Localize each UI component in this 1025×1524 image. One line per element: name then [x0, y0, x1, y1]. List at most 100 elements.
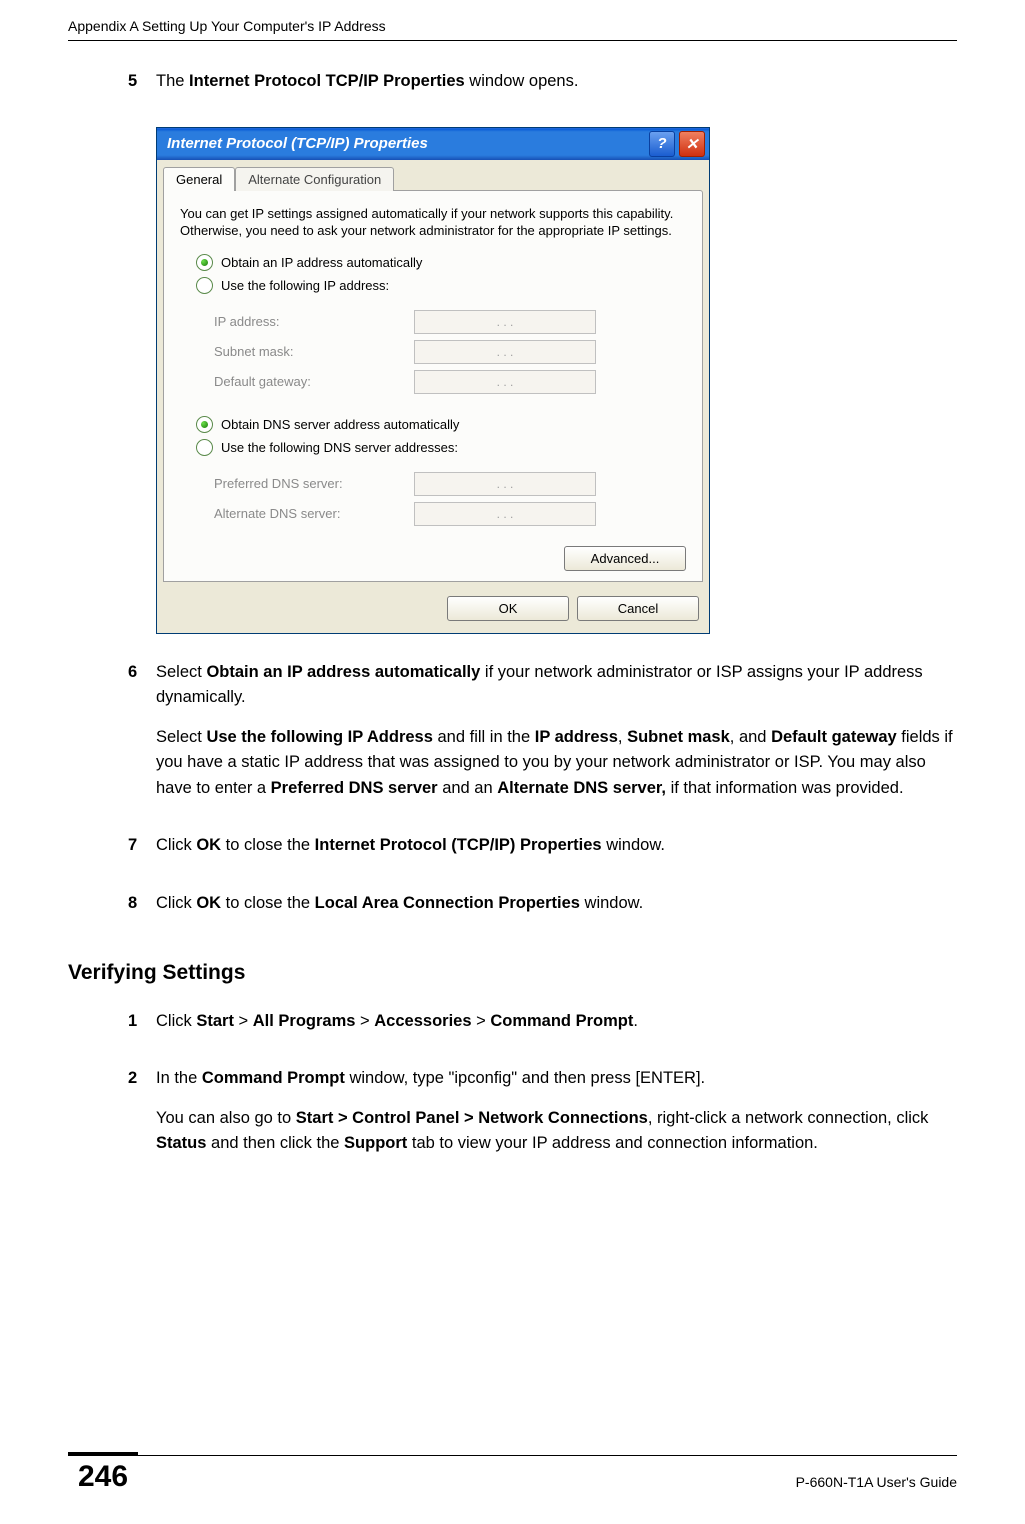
page-footer: 246 P-660N-T1A User's Guide — [68, 1455, 957, 1494]
text: Click — [156, 1012, 196, 1030]
text: Select — [156, 663, 206, 681]
preferred-dns-input[interactable]: . . . — [414, 472, 596, 496]
step-7: 7 Click OK to close the Internet Protoco… — [128, 833, 957, 873]
field-label: Alternate DNS server: — [214, 506, 414, 521]
radio-use-dns-row[interactable]: Use the following DNS server addresses: — [180, 439, 686, 456]
text-bold: Default gateway — [771, 728, 897, 746]
text: > — [234, 1012, 253, 1030]
text: and an — [438, 779, 498, 797]
text: Select — [156, 728, 206, 746]
page-number: 246 — [68, 1452, 138, 1494]
field-alternate-dns: Alternate DNS server: . . . — [214, 502, 686, 526]
step-8: 8 Click OK to close the Local Area Conne… — [128, 891, 957, 931]
tab-panel-general: You can get IP settings assigned automat… — [163, 190, 703, 582]
text-bold: Obtain an IP address automatically — [206, 663, 480, 681]
text-bold: OK — [196, 894, 221, 912]
radio-icon — [196, 277, 213, 294]
ip-address-input[interactable]: . . . — [414, 310, 596, 334]
tcpip-properties-dialog: Internet Protocol (TCP/IP) Properties ? … — [156, 127, 710, 634]
radio-label: Obtain an IP address automatically — [221, 255, 422, 270]
field-label: Preferred DNS server: — [214, 476, 414, 491]
radio-label: Use the following IP address: — [221, 278, 389, 293]
text-bold: OK — [196, 836, 221, 854]
running-header: Appendix A Setting Up Your Computer's IP… — [68, 0, 957, 41]
text-bold: Command Prompt — [490, 1012, 633, 1030]
text-bold: Support — [344, 1134, 407, 1152]
text: if that information was provided. — [666, 779, 904, 797]
text: window. — [580, 894, 643, 912]
field-label: Default gateway: — [214, 374, 414, 389]
radio-label: Use the following DNS server addresses: — [221, 440, 458, 455]
subheading-verifying-settings: Verifying Settings — [68, 961, 957, 985]
text-bold: Command Prompt — [202, 1069, 345, 1087]
field-default-gateway: Default gateway: . . . — [214, 370, 686, 394]
dialog-titlebar: Internet Protocol (TCP/IP) Properties ? … — [157, 128, 709, 160]
step-5: 5 The Internet Protocol TCP/IP Propertie… — [128, 69, 957, 109]
text: , right-click a network connection, clic… — [648, 1109, 929, 1127]
radio-use-ip-row[interactable]: Use the following IP address: — [180, 277, 686, 294]
text: > — [355, 1012, 374, 1030]
text: to close the — [221, 894, 315, 912]
text: window opens. — [465, 72, 579, 90]
text: Click — [156, 894, 196, 912]
text-bold: All Programs — [253, 1012, 356, 1030]
text: and fill in the — [433, 728, 535, 746]
default-gateway-input[interactable]: . . . — [414, 370, 596, 394]
step-7-number: 7 — [128, 833, 156, 873]
radio-obtain-dns-row[interactable]: Obtain DNS server address automatically — [180, 416, 686, 433]
text-bold: Alternate DNS server, — [497, 779, 666, 797]
text: . — [633, 1012, 638, 1030]
text: and then click the — [206, 1134, 344, 1152]
text: In the — [156, 1069, 202, 1087]
verify-step-1: 1 Click Start > All Programs > Accessori… — [128, 1009, 957, 1049]
dialog-title: Internet Protocol (TCP/IP) Properties — [167, 135, 645, 152]
dialog-description: You can get IP settings assigned automat… — [180, 205, 686, 240]
radio-icon — [196, 416, 213, 433]
text-bold: Start > Control Panel > Network Connecti… — [296, 1109, 648, 1127]
text: window, type "ipconfig" and then press [… — [345, 1069, 705, 1087]
text-bold: Use the following IP Address — [206, 728, 432, 746]
cancel-button[interactable]: Cancel — [577, 596, 699, 621]
text: tab to view your IP address and connecti… — [407, 1134, 818, 1152]
advanced-button[interactable]: Advanced... — [564, 546, 686, 571]
text-bold: Start — [196, 1012, 234, 1030]
tab-alternate-configuration[interactable]: Alternate Configuration — [235, 167, 394, 191]
help-button[interactable]: ? — [649, 131, 675, 157]
step-6: 6 Select Obtain an IP address automatica… — [128, 660, 957, 816]
tab-strip: General Alternate Configuration — [157, 160, 709, 190]
subnet-mask-input[interactable]: . . . — [414, 340, 596, 364]
text: to close the — [221, 836, 315, 854]
verify-step-2: 2 In the Command Prompt window, type "ip… — [128, 1066, 957, 1171]
text-bold: Local Area Connection Properties — [315, 894, 580, 912]
guide-title: P-660N-T1A User's Guide — [138, 1474, 957, 1494]
field-ip-address: IP address: . . . — [214, 310, 686, 334]
text: window. — [602, 836, 665, 854]
field-subnet-mask: Subnet mask: . . . — [214, 340, 686, 364]
step-5-number: 5 — [128, 69, 156, 109]
step-6-number: 6 — [128, 660, 156, 816]
field-preferred-dns: Preferred DNS server: . . . — [214, 472, 686, 496]
radio-icon — [196, 439, 213, 456]
text: , — [618, 728, 627, 746]
field-label: Subnet mask: — [214, 344, 414, 359]
ok-button[interactable]: OK — [447, 596, 569, 621]
step-8-number: 8 — [128, 891, 156, 931]
alternate-dns-input[interactable]: . . . — [414, 502, 596, 526]
text: , and — [730, 728, 771, 746]
text-bold: Internet Protocol (TCP/IP) Properties — [315, 836, 602, 854]
text-bold: Status — [156, 1134, 206, 1152]
radio-obtain-ip-row[interactable]: Obtain an IP address automatically — [180, 254, 686, 271]
tab-general[interactable]: General — [163, 167, 235, 191]
verify-step-1-number: 1 — [128, 1009, 156, 1049]
text-bold: IP address — [535, 728, 618, 746]
radio-icon — [196, 254, 213, 271]
close-button[interactable]: ✕ — [679, 131, 705, 157]
text: > — [472, 1012, 491, 1030]
text: You can also go to — [156, 1109, 296, 1127]
text: Click — [156, 836, 196, 854]
text-bold: Internet Protocol TCP/IP Properties — [189, 72, 465, 90]
text-bold: Accessories — [374, 1012, 471, 1030]
field-label: IP address: — [214, 314, 414, 329]
text-bold: Preferred DNS server — [271, 779, 438, 797]
text: The — [156, 72, 189, 90]
